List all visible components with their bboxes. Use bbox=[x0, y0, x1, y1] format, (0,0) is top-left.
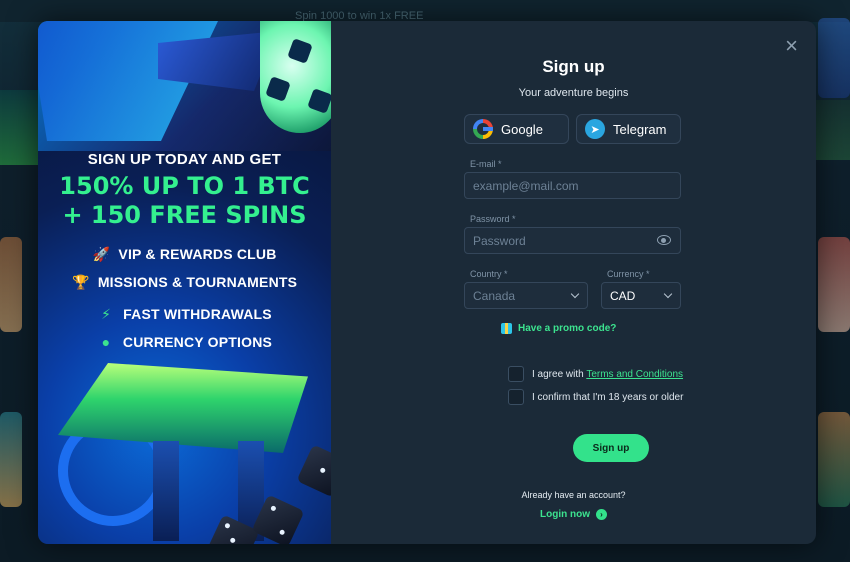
age-row: I confirm that I'm 18 years or older bbox=[508, 389, 683, 405]
promo-code-link[interactable]: Have a promo code? bbox=[501, 323, 616, 334]
background-field-image bbox=[0, 90, 40, 165]
telegram-icon: ➤ bbox=[585, 119, 605, 139]
google-icon bbox=[473, 119, 493, 139]
password-field[interactable]: Password bbox=[464, 227, 681, 254]
chevron-down-icon bbox=[570, 289, 580, 299]
feature-item-missions: 🏆 MISSIONS & TOURNAMENTS bbox=[38, 273, 331, 291]
feature-item-currency: ● CURRENCY OPTIONS bbox=[38, 333, 331, 351]
terms-text: I agree with Terms and Conditions bbox=[532, 369, 683, 380]
currency-value: CAD bbox=[610, 288, 636, 303]
background-field-image bbox=[815, 100, 850, 160]
already-account-text: Already have an account? bbox=[521, 490, 626, 500]
email-placeholder: example@mail.com bbox=[473, 178, 579, 193]
feature-label: CURRENCY OPTIONS bbox=[122, 334, 273, 350]
google-signup-button[interactable]: Google bbox=[464, 114, 569, 144]
background-game-card bbox=[818, 237, 850, 332]
currency-select[interactable]: CAD bbox=[601, 282, 681, 309]
chevron-down-icon bbox=[663, 289, 673, 299]
feature-label: FAST WITHDRAWALS bbox=[123, 306, 272, 322]
password-label: Password * bbox=[470, 214, 516, 224]
age-checkbox[interactable] bbox=[508, 389, 524, 405]
background-game-card bbox=[818, 412, 850, 507]
country-value: Canada bbox=[473, 288, 516, 303]
show-password-icon[interactable] bbox=[657, 235, 671, 245]
feature-item-vip: 🚀 VIP & REWARDS CLUB bbox=[38, 245, 331, 263]
age-confirm-text: I confirm that I'm 18 years or older bbox=[532, 391, 684, 403]
arrow-right-icon: › bbox=[596, 509, 607, 520]
agree-prefix: I agree with bbox=[532, 368, 584, 380]
country-select[interactable]: Canada bbox=[464, 282, 588, 309]
promo-offer-line: + 150 FREE SPINS bbox=[62, 201, 307, 229]
telegram-signup-button[interactable]: ➤ Telegram bbox=[576, 114, 681, 144]
country-label: Country * bbox=[470, 269, 508, 279]
coins-icon: ● bbox=[101, 334, 111, 350]
trophy-icon: 🏆 bbox=[71, 273, 90, 290]
background-game-card bbox=[0, 237, 22, 332]
telegram-label: Telegram bbox=[613, 121, 667, 137]
terms-row: I agree with Terms and Conditions bbox=[508, 366, 683, 382]
soccer-ball-illustration bbox=[260, 21, 331, 133]
login-label: Login now bbox=[540, 509, 590, 520]
ball-patch bbox=[307, 88, 331, 114]
close-icon[interactable]: × bbox=[785, 35, 798, 57]
google-label: Google bbox=[501, 121, 543, 137]
lightning-icon: ⚡ bbox=[101, 305, 112, 322]
feature-label: VIP & REWARDS CLUB bbox=[118, 246, 277, 262]
login-link[interactable]: Login now › bbox=[331, 509, 816, 520]
promo-code-label: Have a promo code? bbox=[518, 323, 617, 334]
password-placeholder: Password bbox=[473, 233, 526, 248]
ball-patch bbox=[265, 76, 291, 102]
pitch-stand bbox=[153, 441, 179, 541]
promo-panel: SIGN UP TODAY AND GET 150% UP TO 1 BTC +… bbox=[38, 21, 331, 544]
background-game-card bbox=[0, 412, 22, 507]
background-game-card bbox=[818, 18, 850, 98]
rocket-icon: 🚀 bbox=[92, 245, 111, 262]
signup-modal: SIGN UP TODAY AND GET 150% UP TO 1 BTC +… bbox=[38, 21, 816, 544]
terms-link[interactable]: Terms and Conditions bbox=[586, 369, 683, 380]
promo-offer-line: 150% UP TO 1 BTC bbox=[59, 172, 310, 200]
promo-headline: SIGN UP TODAY AND GET bbox=[87, 151, 282, 168]
gift-icon bbox=[501, 323, 512, 334]
feature-label: MISSIONS & TOURNAMENTS bbox=[97, 274, 298, 290]
signup-form: × Sign up Your adventure begins Google ➤… bbox=[331, 21, 816, 544]
top-banner: Spin 1000 to win 1x FREE bbox=[0, 0, 850, 22]
form-title: Sign up bbox=[542, 57, 605, 76]
email-label: E-mail * bbox=[470, 159, 502, 169]
currency-label: Currency * bbox=[607, 269, 650, 279]
signup-button[interactable]: Sign up bbox=[573, 434, 649, 462]
dice-illustration bbox=[296, 444, 331, 498]
feature-item-withdrawals: ⚡ FAST WITHDRAWALS bbox=[38, 305, 331, 323]
terms-checkbox[interactable] bbox=[508, 366, 524, 382]
ball-patch bbox=[287, 38, 313, 64]
email-field[interactable]: example@mail.com bbox=[464, 172, 681, 199]
form-subtitle: Your adventure begins bbox=[518, 87, 629, 99]
